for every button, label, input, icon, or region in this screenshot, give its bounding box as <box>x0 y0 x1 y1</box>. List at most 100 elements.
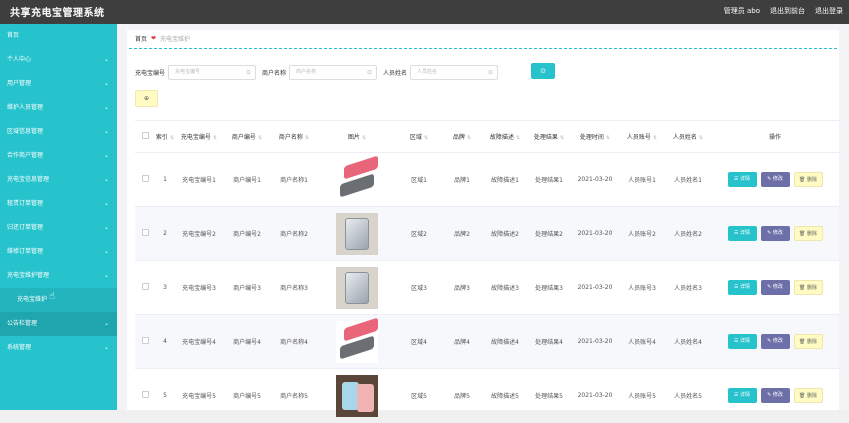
detail-button[interactable]: ☰ 详情 <box>727 226 757 241</box>
column-header[interactable]: 人员姓名 ⇅ <box>665 120 711 153</box>
column-header-label: 品牌 <box>452 134 465 141</box>
edit-button[interactable]: ✎ 修改 <box>760 280 790 295</box>
cell-fault: 故障描述2 <box>483 206 527 261</box>
row-checkbox[interactable] <box>141 283 149 290</box>
column-header[interactable]: 区域 ⇅ <box>397 120 441 153</box>
sidebar-item[interactable]: 充电宝维护管理 ⌄ <box>0 264 117 288</box>
sidebar-item[interactable]: 公告栏管理 ⌄ <box>0 312 117 336</box>
sort-icon[interactable]: ⇅ <box>213 135 217 141</box>
select-all-checkbox[interactable] <box>141 132 149 139</box>
search-input[interactable]: 商户名称 ⊙ <box>289 64 378 80</box>
sidebar-item[interactable]: 充电宝信息管理 ⌄ <box>0 168 117 192</box>
detail-button[interactable]: ☰ 详情 <box>727 280 757 295</box>
row-checkbox[interactable] <box>141 175 149 182</box>
edit-button[interactable]: ✎ 修改 <box>760 172 790 187</box>
sidebar-item[interactable]: 归还订单管理 ⌄ <box>0 216 117 240</box>
search-button[interactable]: ⊙ <box>531 63 555 79</box>
power-bank-image <box>336 374 378 417</box>
cell-mno: 商户编号3 <box>223 260 271 315</box>
column-header[interactable]: 处理结果 ⇅ <box>527 120 571 153</box>
chevron-down-icon: ⌄ <box>103 272 109 279</box>
row-checkbox[interactable] <box>141 337 149 344</box>
sort-icon[interactable]: ⇅ <box>467 135 471 141</box>
edit-button[interactable]: ✎ 修改 <box>760 226 790 241</box>
column-header[interactable]: 品牌 ⇅ <box>441 120 483 153</box>
row-checkbox[interactable] <box>141 391 149 398</box>
row-checkbox[interactable] <box>141 229 149 236</box>
search-icon: ⊙ <box>488 68 494 76</box>
sort-icon[interactable]: ⇅ <box>170 135 174 141</box>
sort-icon[interactable]: ⇅ <box>560 135 564 141</box>
table-row: 4 充电宝编号4 商户编号4 商户名称4 区域4 品牌4 故障描述4 处理结果4 2021-03… <box>135 314 839 369</box>
sidebar-item[interactable]: 个人中心 ⌄ <box>0 48 117 72</box>
delete-button[interactable]: 🗑 删除 <box>793 334 823 349</box>
cell-mno: 商户编号1 <box>223 152 271 207</box>
delete-button[interactable]: 🗑 删除 <box>793 388 823 403</box>
sidebar-item[interactable]: 租赁订单管理 ⌄ <box>0 192 117 216</box>
cell-result: 处理结果4 <box>527 314 571 369</box>
sidebar-item[interactable]: 维护人员管理 ⌄ <box>0 96 117 120</box>
add-button[interactable]: ⊕ <box>135 90 158 107</box>
detail-button[interactable]: ☰ 详情 <box>727 388 757 403</box>
sort-icon[interactable]: ⇅ <box>699 135 703 141</box>
image-cell <box>317 152 397 207</box>
delete-button[interactable]: 🗑 删除 <box>793 226 823 241</box>
search-icon: ⊙ <box>367 68 373 76</box>
sort-icon[interactable]: ⇅ <box>424 135 428 141</box>
sidebar: 首页 个人中心 ⌄ 用户管理 ⌄ 维护人员管理 ⌄ 区域信息管理 ⌄ 合作商户管理 ⌄ 充电宝信息管理… <box>0 24 117 410</box>
edit-button[interactable]: ✎ 修改 <box>760 334 790 349</box>
column-header: 操作 <box>711 120 839 153</box>
cell-mname: 商户名称5 <box>271 368 317 423</box>
sidebar-item[interactable]: 合作商户管理 ⌄ <box>0 144 117 168</box>
sort-icon[interactable]: ⇅ <box>305 135 309 141</box>
cell-time: 2021-03-20 <box>571 206 619 261</box>
edit-button[interactable]: ✎ 修改 <box>760 388 790 403</box>
column-header[interactable]: 故障描述 ⇅ <box>483 120 527 153</box>
sidebar-item[interactable]: 用户管理 ⌄ <box>0 72 117 96</box>
column-header-label: 商户编号 <box>231 134 256 141</box>
sidebar-item-label: 公告栏管理 <box>7 320 38 327</box>
column-header[interactable]: 商户名称 ⇅ <box>271 120 317 153</box>
chevron-down-icon: ⌄ <box>103 320 109 327</box>
column-header-label: 处理结果 <box>533 134 558 141</box>
maintenance-table: 索引 ⇅ 充电宝编号 ⇅ 商户编号 ⇅ 商户名称 ⇅ 图片 ⇅ 区域 ⇅ 品牌 ⇅ 故障描述 ⇅ 处理结果 ⇅ 处理… <box>135 120 839 423</box>
search-input[interactable]: 充电宝编号 ⊙ <box>168 64 257 80</box>
cell-mname: 商户名称3 <box>271 260 317 315</box>
sort-icon[interactable]: ⇅ <box>362 135 366 141</box>
delete-button[interactable]: 🗑 删除 <box>793 280 823 295</box>
sidebar-item[interactable]: 维修订单管理 ⌄ <box>0 240 117 264</box>
search-placeholder: 商户名称 <box>296 68 317 75</box>
column-header[interactable]: 商户编号 ⇅ <box>223 120 271 153</box>
sort-icon[interactable]: ⇅ <box>516 135 520 141</box>
row-actions: ☰ 详情 ✎ 修改 🗑 删除 <box>711 226 839 241</box>
row-actions: ☰ 详情 ✎ 修改 🗑 删除 <box>711 334 839 349</box>
sidebar-item-label: 首页 <box>7 32 20 39</box>
delete-button[interactable]: 🗑 删除 <box>793 172 823 187</box>
search-input[interactable]: 人员姓名 ⊙ <box>410 64 499 80</box>
admin-name: 管理员 abo <box>723 7 760 15</box>
column-header[interactable]: 人员账号 ⇅ <box>619 120 665 153</box>
cell-index: 2 <box>155 206 175 261</box>
power-bank-image <box>336 316 378 363</box>
sort-icon[interactable]: ⇅ <box>258 135 262 141</box>
column-header[interactable]: 索引 ⇅ <box>155 120 175 153</box>
row-checkbox-cell <box>135 152 155 207</box>
exit-to-frontend-link[interactable]: 退出到前台 <box>770 6 805 16</box>
sidebar-item[interactable]: 首页 <box>0 24 117 48</box>
sidebar-item[interactable]: 系统管理 ⌄ <box>0 336 117 360</box>
column-header[interactable]: 处理时间 ⇅ <box>571 120 619 153</box>
column-header[interactable]: 充电宝编号 ⇅ <box>175 120 223 153</box>
sort-icon[interactable]: ⇅ <box>606 135 610 141</box>
breadcrumb-home[interactable]: 首页 <box>135 34 147 43</box>
row-checkbox-cell <box>135 368 155 423</box>
logout-link[interactable]: 退出登录 <box>815 6 843 16</box>
sidebar-item[interactable]: 充电宝维护 <box>0 288 117 312</box>
sort-icon[interactable]: ⇅ <box>653 135 657 141</box>
cell-mname: 商户名称2 <box>271 206 317 261</box>
sidebar-item[interactable]: 区域信息管理 ⌄ <box>0 120 117 144</box>
sidebar-item-label: 合作商户管理 <box>7 152 44 159</box>
detail-button[interactable]: ☰ 详情 <box>727 334 757 349</box>
column-header-label: 人员账号 <box>626 134 651 141</box>
sidebar-item-label: 区域信息管理 <box>7 128 44 135</box>
detail-button[interactable]: ☰ 详情 <box>727 172 757 187</box>
